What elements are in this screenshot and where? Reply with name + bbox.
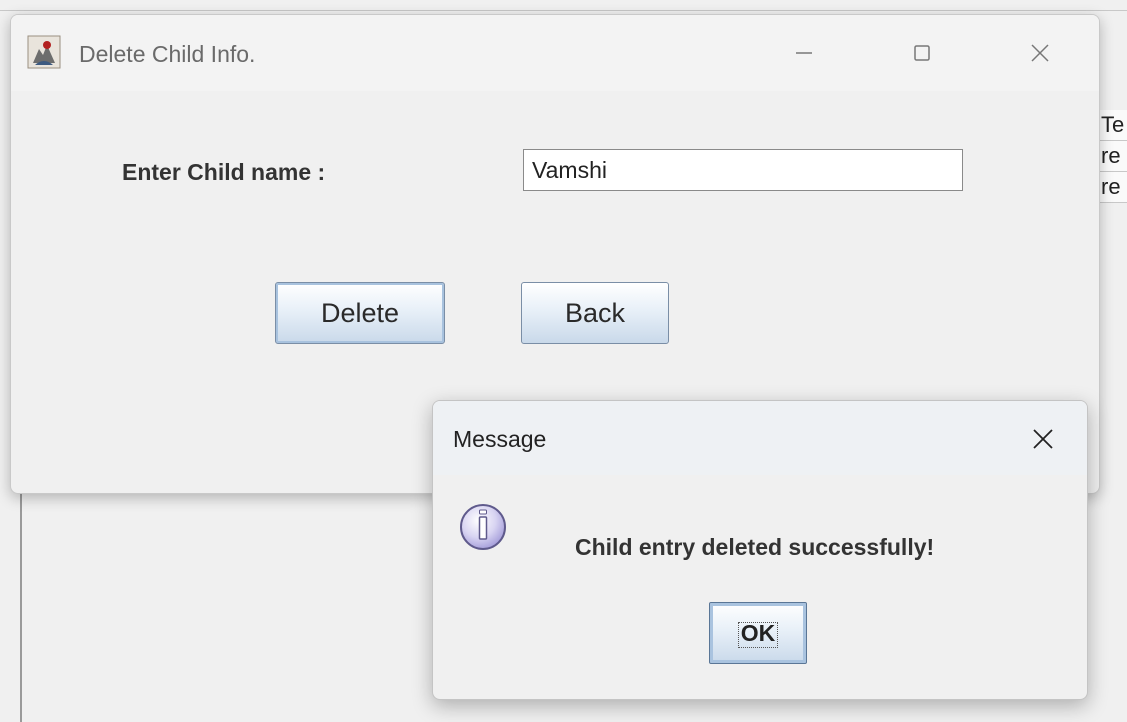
ok-button[interactable]: OK (709, 602, 807, 664)
background-row: re (1097, 172, 1127, 203)
close-button[interactable] (1017, 31, 1063, 75)
delete-button[interactable]: Delete (275, 282, 445, 344)
java-duke-icon (27, 35, 61, 69)
focus-indicator (738, 622, 778, 648)
message-dialog: Message Child entry deleted successfully… (432, 400, 1088, 700)
maximize-icon (914, 45, 930, 61)
dialog-close-button[interactable] (1021, 419, 1065, 459)
minimize-button[interactable] (781, 31, 827, 75)
background-window-edge (0, 10, 1127, 11)
back-button[interactable]: Back (521, 282, 669, 344)
background-table-fragment: Te re re (1096, 110, 1127, 203)
window-title: Delete Child Info. (79, 41, 256, 67)
dialog-titlebar[interactable]: Message (433, 401, 1087, 475)
close-icon (1033, 429, 1053, 449)
dialog-message: Child entry deleted successfully! (575, 534, 935, 560)
child-name-input[interactable] (523, 149, 963, 191)
dialog-title: Message (453, 426, 547, 452)
background-row: re (1097, 141, 1127, 172)
maximize-button[interactable] (899, 31, 945, 75)
close-icon (1031, 44, 1049, 62)
background-window-border (20, 490, 22, 722)
background-row: Te (1097, 110, 1127, 141)
minimize-icon (796, 52, 812, 54)
child-name-label: Enter Child name : (122, 159, 326, 185)
window-titlebar[interactable]: Delete Child Info. (11, 15, 1099, 91)
information-icon (460, 504, 506, 550)
